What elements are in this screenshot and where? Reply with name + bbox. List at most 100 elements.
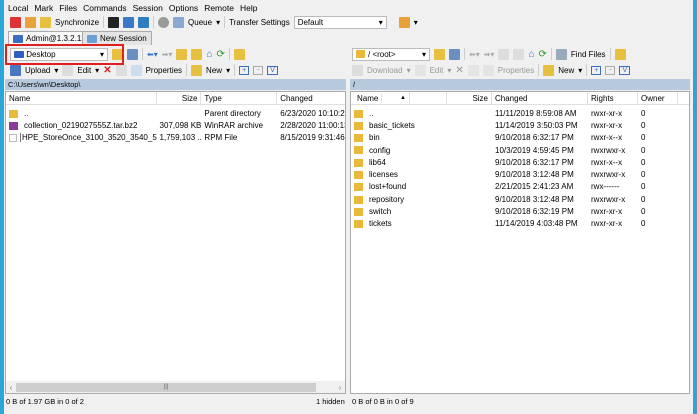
file-row[interactable]: lost+found 2/21/2015 2:41:23 AM rwx------ 0 [351, 181, 689, 193]
rename-icon[interactable] [467, 64, 479, 76]
download-button[interactable]: Download [367, 66, 403, 75]
file-row[interactable]: repository 9/10/2018 3:12:48 PM rwxrwxr-x 0 [351, 193, 689, 205]
file-row[interactable]: .. Parent directory 6/23/2020 10:10:26 [6, 107, 345, 119]
scroll-right-icon[interactable]: › [335, 383, 345, 392]
tab-admin-session[interactable]: Admin@1.3.2.12 [8, 31, 91, 45]
separator [234, 64, 236, 76]
chevron-down-icon[interactable]: ▾ [447, 66, 451, 75]
synchronize-button[interactable]: Synchronize [55, 18, 99, 27]
tree-icon[interactable] [614, 48, 626, 60]
file-row[interactable]: switch 9/10/2018 6:32:19 PM rwxr-xr-x 0 [351, 205, 689, 217]
transfer-settings-select[interactable]: Default ▾ [293, 15, 387, 29]
menu-options[interactable]: Options [169, 3, 198, 13]
open-folder-icon[interactable] [434, 48, 445, 60]
back-icon[interactable]: ⬅▾ [147, 50, 158, 59]
filter-select-icon[interactable]: V [619, 65, 631, 75]
refresh-icon[interactable]: ⟳ [538, 49, 546, 60]
terminal-icon[interactable] [108, 16, 120, 28]
column-type[interactable]: Type [201, 91, 278, 105]
select-minus-icon[interactable]: − [605, 65, 616, 75]
menu-session[interactable]: Session [133, 3, 163, 13]
back-icon[interactable]: ⬅▾ [469, 50, 480, 59]
preferences-icon[interactable] [398, 16, 410, 28]
column-owner[interactable]: Owner [638, 91, 678, 105]
remote-file-list[interactable]: Name ▲ Size Changed Rights Owner .. 11/11/… [350, 91, 690, 394]
file-row[interactable]: collection_0219027555Z.tar.bz2 307,098 KB… [6, 119, 345, 131]
file-row[interactable]: HPE_StoreOnce_3100_3520_3540_510...1,759… [6, 132, 345, 144]
file-row[interactable]: .. 11/11/2019 8:59:08 AM rwxr-xr-x 0 [351, 107, 689, 119]
filter-select-icon[interactable]: V [267, 65, 278, 75]
home-icon[interactable]: ⌂ [206, 49, 212, 60]
chevron-down-icon[interactable]: ▾ [216, 18, 220, 27]
synchronize-icon [40, 16, 51, 28]
remote-location-select[interactable]: / <root> ▾ [352, 47, 430, 61]
delete-icon[interactable]: ✕ [103, 65, 111, 76]
column-name[interactable]: Name ▲ [351, 91, 447, 105]
chevron-down-icon[interactable]: ▾ [407, 66, 411, 75]
queue-button[interactable]: Queue [188, 18, 212, 27]
file-name: lib64 [369, 157, 386, 167]
refresh-icon[interactable]: ⟳ [216, 49, 224, 60]
sync-browse-icon[interactable] [25, 16, 36, 28]
upload-button[interactable]: Upload [25, 66, 50, 75]
filter-icon[interactable] [127, 48, 138, 60]
properties-button[interactable]: Properties [498, 66, 534, 75]
chevron-down-icon[interactable]: ▾ [54, 66, 58, 75]
chevron-down-icon[interactable]: ▾ [578, 66, 582, 75]
edit-button[interactable]: Edit [77, 66, 91, 75]
column-changed[interactable]: Changed [277, 92, 345, 105]
menu-remote[interactable]: Remote [204, 3, 234, 13]
column-name[interactable]: Name [6, 91, 157, 105]
root-dir-icon[interactable] [513, 48, 525, 60]
panel-icon[interactable] [138, 16, 150, 28]
local-file-list[interactable]: Name Size Type Changed .. Parent director… [5, 91, 346, 394]
scroll-thumb[interactable]: ||| [16, 382, 316, 392]
chevron-down-icon[interactable]: ▾ [226, 66, 230, 75]
chevron-down-icon[interactable]: ▾ [95, 66, 99, 75]
file-rights: rwxrwxr-x [591, 145, 626, 155]
tab-new-session[interactable]: New Session [82, 31, 152, 45]
file-row[interactable]: basic_tickets 11/14/2019 3:50:03 PM rwxr-x… [351, 119, 689, 131]
home-icon[interactable]: ⌂ [528, 49, 534, 60]
column-size[interactable]: Size [447, 91, 492, 105]
edit-icon [62, 64, 74, 76]
chevron-down-icon[interactable]: ▾ [414, 18, 418, 27]
menu-local[interactable]: Local [8, 3, 28, 13]
file-type: RPM File [204, 133, 238, 143]
new-button[interactable]: New [206, 66, 222, 75]
file-changed: 9/10/2018 3:12:48 PM [495, 170, 574, 180]
parent-dir-icon[interactable] [176, 48, 188, 60]
select-plus-icon[interactable]: + [591, 65, 602, 75]
menu-commands[interactable]: Commands [83, 3, 126, 13]
select-plus-icon[interactable]: + [239, 65, 250, 75]
scroll-left-icon[interactable]: ‹ [6, 383, 16, 392]
menu-files[interactable]: Files [59, 3, 77, 13]
root-dir-icon[interactable] [191, 48, 203, 60]
gear-icon[interactable] [158, 16, 170, 28]
file-row[interactable]: licenses 9/10/2018 3:12:48 PM rwxrwxr-x 0 [351, 168, 689, 180]
properties-button[interactable]: Properties [146, 66, 182, 75]
column-size[interactable]: Size [157, 91, 202, 105]
file-row[interactable]: lib64 9/10/2018 6:32:17 PM rwxr-x--x 0 [351, 156, 689, 168]
file-row[interactable]: config 10/3/2019 4:59:45 PM rwxrwxr-x 0 [351, 144, 689, 156]
delete-icon[interactable]: ✕ [455, 65, 463, 76]
file-row[interactable]: tickets 11/14/2019 4:03:48 PM rwxr-xr-x 0 [351, 218, 689, 230]
horizontal-scrollbar[interactable]: ‹ ||| › [6, 381, 345, 393]
edit-button[interactable]: Edit [430, 66, 444, 75]
forward-icon[interactable]: ➡▾ [484, 50, 495, 59]
compare-icon[interactable] [10, 16, 21, 28]
column-rights[interactable]: Rights [588, 91, 638, 105]
filter-icon[interactable] [449, 48, 460, 60]
menu-help[interactable]: Help [240, 3, 257, 13]
rename-icon[interactable] [115, 64, 127, 76]
new-button[interactable]: New [558, 66, 574, 75]
column-changed[interactable]: Changed [492, 91, 588, 105]
file-row[interactable]: bin 9/10/2018 6:32:17 PM rwxr-x--x 0 [351, 132, 689, 144]
forward-icon[interactable]: ➡▾ [162, 50, 173, 59]
parent-dir-icon[interactable] [498, 48, 510, 60]
find-files-button[interactable]: Find Files [571, 50, 606, 59]
putty-icon[interactable] [123, 16, 135, 28]
tree-icon[interactable] [233, 48, 245, 60]
menu-mark[interactable]: Mark [34, 3, 53, 13]
select-minus-icon[interactable]: − [253, 65, 264, 75]
